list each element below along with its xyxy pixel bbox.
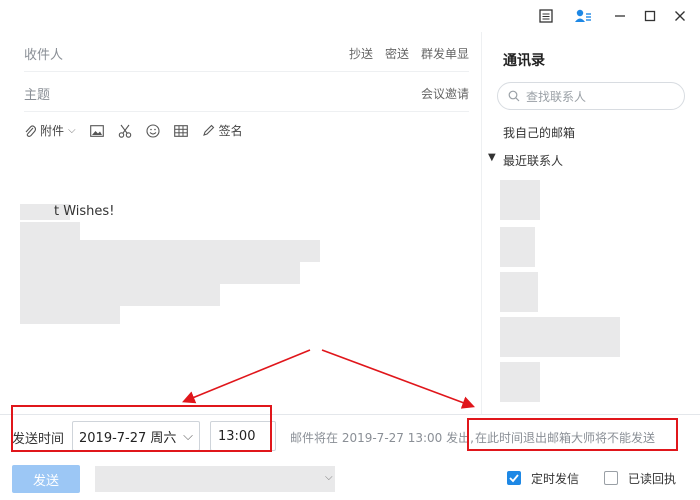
scheduled-send-checkbox[interactable] — [507, 471, 521, 485]
bottom-bar: 发送 ⌵ 定时发信 已读回执 — [0, 456, 700, 500]
annotation-box-warning — [467, 418, 678, 451]
blurred-content — [95, 466, 335, 492]
read-receipt-label: 已读回执 — [628, 472, 677, 486]
send-button[interactable]: 发送 — [12, 465, 80, 493]
schedule-info-text: 邮件将在 2019-7-27 13:00 发出, — [290, 431, 474, 445]
read-receipt-checkbox[interactable] — [604, 471, 618, 485]
checkmark-icon — [509, 474, 519, 483]
scheduled-send-label: 定时发信 — [531, 472, 580, 486]
annotation-box-time — [11, 405, 272, 452]
chevron-down-icon[interactable]: ⌵ — [325, 472, 333, 483]
